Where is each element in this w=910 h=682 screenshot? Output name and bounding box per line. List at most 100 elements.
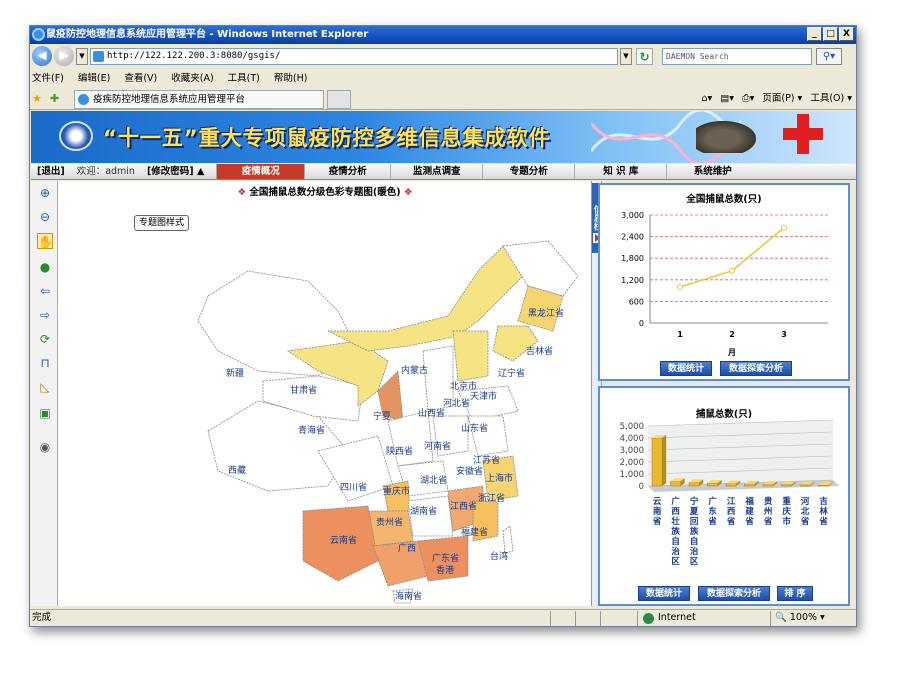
- favorites-star-icon[interactable]: ★: [32, 92, 42, 105]
- nav-knowledge-base[interactable]: 知 识 库: [574, 164, 666, 179]
- x-tick-label: 云南省: [652, 497, 662, 527]
- status-bar: 完成 Internet 🔍 100% ▾: [30, 609, 856, 626]
- region-jiangsu-anhui[interactable]: [467, 415, 509, 457]
- x-axis-label: 月: [727, 348, 736, 357]
- y-tick-label: 1,000: [620, 470, 644, 480]
- nav-epidemic-analysis[interactable]: 疫情分析: [304, 164, 390, 179]
- label-hunan: 湖南省: [410, 505, 437, 517]
- nav-epidemic-overview[interactable]: 疫情概况: [216, 164, 305, 179]
- label-taiwan: 台湾: [490, 550, 508, 562]
- full-extent-globe-icon[interactable]: ●: [37, 259, 53, 275]
- app-banner: “十一五”重大专项鼠疫防控多维信息集成软件: [31, 111, 856, 163]
- status-text: 完成: [32, 612, 52, 623]
- bar: [818, 484, 829, 487]
- y-tick-label: 4,000: [620, 434, 644, 444]
- home-icon[interactable]: ⌂▾: [701, 91, 712, 107]
- new-tab-button[interactable]: [327, 90, 351, 109]
- minimize-button[interactable]: _: [807, 27, 822, 41]
- close-button[interactable]: X: [839, 27, 854, 41]
- y-tick-label: 5,000: [620, 422, 644, 432]
- x-tick-label: 宁夏回族自治区: [689, 496, 699, 567]
- menu-file[interactable]: 文件(F): [32, 70, 64, 87]
- back-button[interactable]: ◀: [32, 46, 52, 66]
- label-jiangxi: 江西省: [450, 500, 477, 512]
- browser-window: 鼠疫防控地理信息系统应用管理平台 - Windows Internet Expl…: [29, 25, 857, 627]
- line-chart-panel: 全国捕鼠总数(只) 3,000 2,400 1,800 1,200 600 0 1 2 3 月 数…: [598, 183, 850, 381]
- previous-view-icon[interactable]: ⇦: [37, 283, 53, 299]
- menu-favorites[interactable]: 收藏夹(A): [171, 70, 213, 87]
- chart-backwall: [648, 420, 833, 486]
- menu-help[interactable]: 帮助(H): [274, 70, 308, 87]
- maximize-button[interactable]: □: [823, 27, 838, 41]
- browser-tab[interactable]: 疫疾防控地理信息系统应用管理平台: [74, 90, 324, 109]
- sort-button[interactable]: 排 序: [777, 586, 813, 601]
- china-map: 黑龙江省 吉林省 辽宁省 内蒙古 新疆 甘肃省 北京市 天津市 河北省 山西省 …: [197, 240, 579, 604]
- refresh-button[interactable]: ↻: [636, 48, 653, 65]
- x-tick-label: 贵州省: [763, 496, 773, 527]
- ruler-icon[interactable]: ◺: [37, 379, 53, 395]
- region-taiwan[interactable]: [502, 525, 514, 554]
- map-area[interactable]: ❖ 全国捕鼠总数分级色彩专题图(暖色) ❖ 专题图样式 黑龙江省 吉林省 辽宁省…: [58, 181, 592, 606]
- clipboard-icon[interactable]: ▣: [37, 405, 53, 421]
- feeds-icon[interactable]: ▤▾: [720, 91, 734, 107]
- region-hebei[interactable]: [452, 330, 489, 382]
- label-xinjiang: 新疆: [226, 367, 244, 379]
- bar-explore-button[interactable]: 数据探索分析: [698, 586, 770, 601]
- line-stats-button[interactable]: 数据统计: [660, 361, 712, 376]
- nav-system-maintenance[interactable]: 系统维护: [666, 164, 758, 179]
- bar-stats-button[interactable]: 数据统计: [638, 586, 690, 601]
- logout-link[interactable]: [退出]: [31, 164, 71, 179]
- bar-chart: 5,000 4,000 3,000 2,000 1,000 0 云南省广西壮族自治区宁夏回族…: [620, 419, 839, 567]
- region-shaanxi[interactable]: [387, 410, 434, 467]
- add-favorites-icon[interactable]: ✚: [50, 92, 59, 105]
- search-button[interactable]: ⚲▾: [816, 48, 842, 65]
- measure-distance-icon[interactable]: ⊓: [37, 355, 53, 371]
- forward-button[interactable]: ▶: [54, 46, 74, 66]
- search-input[interactable]: DAEMON Search: [662, 48, 812, 65]
- page-menu[interactable]: 页面(P) ▾: [762, 91, 802, 107]
- bar: [799, 484, 811, 487]
- label-shaanxi: 陕西省: [386, 445, 413, 457]
- data-point: [729, 267, 735, 274]
- x-tick-label: 福建省: [744, 496, 754, 527]
- tab-title: 疫疾防控地理信息系统应用管理平台: [93, 94, 246, 105]
- change-password-link[interactable]: [修改密码] ▲: [141, 164, 210, 179]
- x-tick-label: 1: [677, 330, 683, 339]
- tab-bar: ★ ✚ 疫疾防控地理信息系统应用管理平台 ⌂▾ ▤▾ ⎙▾ 页面(P) ▾ 工具…: [30, 88, 856, 110]
- eye-icon[interactable]: ◉: [37, 439, 53, 455]
- pan-hand-icon[interactable]: ✋: [37, 233, 53, 249]
- zoom-out-icon[interactable]: ⊖: [37, 209, 53, 225]
- address-dropdown[interactable]: ▼: [620, 48, 632, 65]
- nav-thematic-analysis[interactable]: 专题分析: [482, 164, 574, 179]
- zoom-in-icon[interactable]: ⊕: [37, 185, 53, 201]
- label-hubei: 湖北省: [420, 474, 447, 486]
- refresh-map-icon[interactable]: ⟳: [37, 331, 53, 347]
- y-tick-label: 600: [629, 297, 644, 306]
- zoom-level[interactable]: 🔍 100% ▾: [775, 610, 825, 626]
- label-qinghai: 青海省: [298, 424, 325, 436]
- y-tick-label: 0: [639, 482, 644, 492]
- label-yunnan: 云南省: [330, 534, 357, 546]
- y-tick-label: 0: [639, 319, 644, 328]
- label-chongqing: 重庆市: [383, 485, 410, 497]
- print-icon[interactable]: ⎙▾: [742, 91, 754, 107]
- menu-edit[interactable]: 编辑(E): [78, 70, 110, 87]
- menu-view[interactable]: 查看(V): [124, 70, 157, 87]
- nav-monitoring-survey[interactable]: 监测点调查: [390, 164, 482, 179]
- region-guizhou[interactable]: [367, 510, 414, 547]
- window-title: 鼠疫防控地理信息系统应用管理平台 - Windows Internet Expl…: [46, 29, 369, 40]
- menu-tools[interactable]: 工具(T): [228, 70, 260, 87]
- label-neimenggu: 内蒙古: [401, 364, 428, 376]
- bar: [744, 483, 755, 487]
- bar: [762, 483, 774, 487]
- address-input[interactable]: http://122.122.200.3:8080/gsgis/: [90, 48, 618, 65]
- y-tick-label: 3,000: [621, 211, 644, 220]
- line-explore-button[interactable]: 数据探索分析: [720, 361, 792, 376]
- tools-menu[interactable]: 工具(O) ▾: [810, 91, 852, 107]
- label-heilongjiang: 黑龙江省: [528, 307, 564, 319]
- label-guangdong: 广东省: [432, 552, 459, 564]
- page-icon: [93, 51, 104, 62]
- next-view-icon[interactable]: ⇨: [37, 307, 53, 323]
- history-dropdown[interactable]: ▼: [76, 48, 88, 65]
- label-gansu: 甘肃省: [290, 384, 317, 396]
